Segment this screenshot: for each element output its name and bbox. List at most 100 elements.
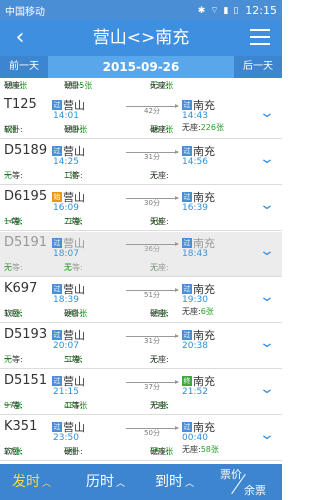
seat-label: 一等: xyxy=(4,355,23,364)
back-arrow-icon[interactable]: ‹ xyxy=(8,24,32,52)
chevron-down-icon[interactable]: ⌄ xyxy=(257,152,277,166)
station-type-badge: 过 xyxy=(182,238,192,248)
station-type-badge: 过 xyxy=(182,100,192,110)
chevron-down-icon[interactable]: ⌄ xyxy=(257,428,277,442)
seat-label: 硬座: xyxy=(150,447,169,456)
tab-label: 发时 xyxy=(12,474,40,490)
seat-availability: 一等: 无二等: 1张 无座: 无 xyxy=(0,168,282,184)
date-bar: 前一天 2015-09-26 后一天 xyxy=(0,56,282,78)
departure-time: 16:09 xyxy=(53,203,79,213)
seat-label: 无座: xyxy=(150,263,169,272)
seat-label: 二等: xyxy=(64,217,83,226)
status-bar: 中国移动 ✱ ⌔ ▮ ▯ 12:15 xyxy=(0,0,282,20)
station-type-badge: 过 xyxy=(52,146,62,156)
sort-by-remaining-tab[interactable]: 余票 xyxy=(244,482,266,498)
seat-label: 硬卧: xyxy=(64,81,83,90)
travel-duration: 37分 xyxy=(144,383,160,391)
station-type-badge: 过 xyxy=(182,330,192,340)
train-number: D5191 xyxy=(4,235,48,250)
seat-label: 一等: xyxy=(4,217,23,226)
departure-time: 21:15 xyxy=(53,387,79,397)
chevron-down-icon[interactable]: ⌄ xyxy=(257,198,277,212)
train-number: D5151 xyxy=(4,373,48,388)
train-row[interactable]: D5193 过营山 20:07 31分过南充 20:38 ⌄ 一等: 无二等: 50张 无座: 无 xyxy=(0,324,282,369)
partial-row-seats: 硬座: 116张 硬卧: 1125张 无座: 632张 xyxy=(0,78,282,94)
seat-label: 一等: xyxy=(4,171,23,180)
chevron-down-icon[interactable]: ⌄ xyxy=(257,336,277,350)
title-bar: ‹ 营山<>南充 xyxy=(0,20,282,56)
train-number: D5189 xyxy=(4,143,48,158)
train-number: T125 xyxy=(4,97,37,112)
travel-duration: 31分 xyxy=(144,337,160,345)
travel-duration: 51分 xyxy=(144,291,160,299)
station-type-badge: 过 xyxy=(182,146,192,156)
chevron-up-icon: ︿ xyxy=(116,479,126,489)
station-type-badge: 过 xyxy=(52,376,62,386)
clock: 12:15 xyxy=(245,3,277,17)
train-list[interactable]: 硬座: 116张 硬卧: 1125张 无座: 632张 T125 过营山 14:01 42分… xyxy=(0,78,282,464)
sort-by-duration-tab[interactable]: 历时 ︿ xyxy=(86,464,125,500)
menu-icon[interactable] xyxy=(250,29,270,47)
seat-label: 硬座: xyxy=(150,125,169,134)
train-number: K351 xyxy=(4,419,38,434)
seat-label: 二等: xyxy=(64,401,83,410)
previous-day-button[interactable]: 前一天 xyxy=(0,56,48,78)
station-type-badge: 过 xyxy=(52,100,62,110)
seat-label: 无座: xyxy=(150,81,169,90)
station-type-badge: 过 xyxy=(52,238,62,248)
train-row[interactable]: T125 过营山 14:01 42分过南充 14:43 无座:226张 ⌄ 软卧: 6张 硬卧: 1… xyxy=(0,94,282,139)
train-row[interactable]: K351 过营山 23:50 50分过南充 00:40 无座:58张 ⌄ 软卧: 27张 硬卧: 6… xyxy=(0,416,282,461)
seat-label: 软卧: xyxy=(4,309,23,318)
seat-label: 软卧: xyxy=(4,125,23,134)
station-type-badge: 过 xyxy=(182,422,192,432)
train-number: K697 xyxy=(4,281,38,296)
seat-label: 无座: xyxy=(150,355,169,364)
page-title: 营山<>南充 xyxy=(92,28,190,48)
station-type-badge: 过 xyxy=(52,330,62,340)
train-row[interactable]: D5189 过营山 14:25 31分过南充 14:56 ⌄ 一等: 无二等: 1张 无座: 无 xyxy=(0,140,282,185)
carrier-label: 中国移动 xyxy=(5,6,45,18)
seat-label: 二等: xyxy=(64,355,83,364)
sort-by-departure-tab[interactable]: 发时 ︿ xyxy=(12,464,51,500)
travel-duration: 50分 xyxy=(144,429,160,437)
station-type-badge: 过 xyxy=(52,284,62,294)
chevron-down-icon[interactable]: ⌄ xyxy=(257,382,277,396)
seat-availability: 一等: 97张 二等: 481张 无座: 75张 xyxy=(0,398,282,414)
travel-duration: 42分 xyxy=(144,107,160,115)
seat-availability: 软卧: 27张 硬卧: 6张 硬座: 555张 xyxy=(0,444,282,460)
departure-time: 18:39 xyxy=(53,295,79,305)
arrival-time: 14:43 xyxy=(182,111,208,121)
departure-time: 14:01 xyxy=(53,111,79,121)
seat-label: 无座: xyxy=(150,171,169,180)
train-row[interactable]: D6195 始营山 16:09 30分过南充 16:39 ⌄ 一等: 14张 二等: 78张 无座:… xyxy=(0,186,282,231)
arrival-time: 14:56 xyxy=(182,157,208,167)
arrival-time: 20:38 xyxy=(182,341,208,351)
chevron-down-icon[interactable]: ⌄ xyxy=(257,106,277,120)
next-day-button[interactable]: 后一天 xyxy=(234,56,282,78)
chevron-down-icon[interactable]: ⌄ xyxy=(257,244,277,258)
train-number: D6195 xyxy=(4,189,48,204)
travel-duration: 36分 xyxy=(144,245,160,253)
seat-label: 硬座: xyxy=(4,81,23,90)
travel-duration: 30分 xyxy=(144,199,160,207)
arrival-time: 18:43 xyxy=(182,249,208,259)
train-row[interactable]: D5191 过营山 18:07 36分过南充 18:43 ⌄ 一等: 无二等: 无无座: 无 xyxy=(0,232,282,277)
station-type-badge: 过 xyxy=(52,422,62,432)
date-label[interactable]: 2015-09-26 xyxy=(48,56,234,78)
sort-by-arrival-tab[interactable]: 到时 ︿ xyxy=(155,464,194,500)
tab-label: 到时 xyxy=(155,474,183,490)
train-row[interactable]: D5151 过营山 21:15 37分终南充 21:52 ⌄ 一等: 97张 二等: 481张 无座… xyxy=(0,370,282,415)
departure-time: 23:50 xyxy=(53,433,79,443)
station-type-badge: 终 xyxy=(182,376,192,386)
seat-availability: 一等: 无二等: 50张 无座: 无 xyxy=(0,352,282,368)
seat-label: 无座: xyxy=(150,401,169,410)
departure-time: 14:25 xyxy=(53,157,79,167)
travel-duration: 31分 xyxy=(144,153,160,161)
train-number: D5193 xyxy=(4,327,48,342)
seat-label: 一等: xyxy=(4,263,23,272)
seat-label: 硬卧: xyxy=(64,309,83,318)
chevron-down-icon[interactable]: ⌄ xyxy=(257,290,277,304)
seat-label: 二等: xyxy=(64,263,83,272)
train-row[interactable]: K697 过营山 18:39 51分过南充 19:30 无座:6张 ⌄ 软卧: 19张 硬卧: 24… xyxy=(0,278,282,323)
departure-time: 20:07 xyxy=(53,341,79,351)
